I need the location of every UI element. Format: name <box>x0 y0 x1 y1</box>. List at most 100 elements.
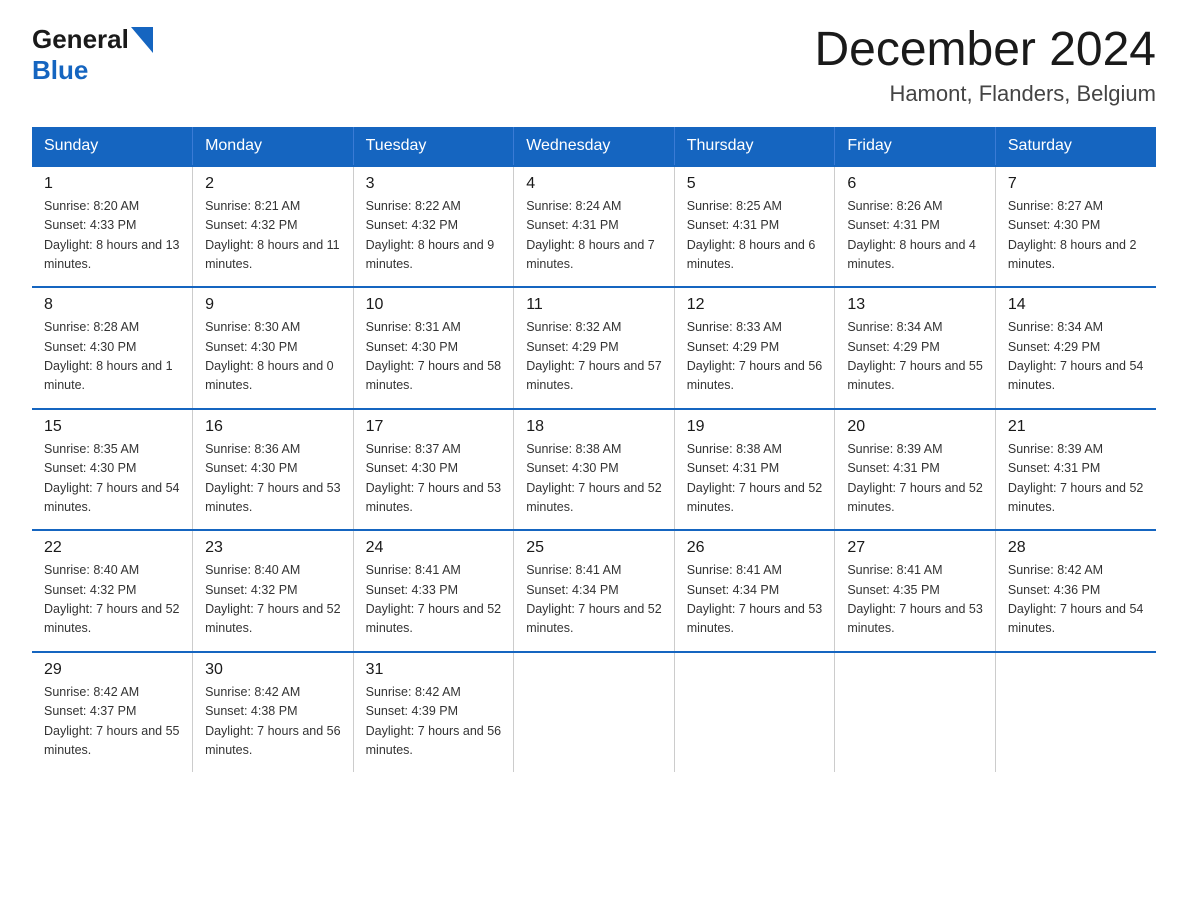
calendar-cell <box>995 652 1156 773</box>
day-number: 15 <box>44 418 180 436</box>
month-title: December 2024 <box>814 24 1156 77</box>
logo-blue-text: Blue <box>32 55 88 86</box>
day-info: Sunrise: 8:34 AMSunset: 4:29 PMDaylight:… <box>1008 318 1144 396</box>
day-number: 11 <box>526 296 662 314</box>
calendar-cell: 10Sunrise: 8:31 AMSunset: 4:30 PMDayligh… <box>353 287 514 409</box>
calendar-cell <box>514 652 675 773</box>
calendar-cell: 5 Sunrise: 8:25 AMSunset: 4:31 PMDaylight… <box>674 166 835 288</box>
day-number: 29 <box>44 661 180 679</box>
week-row-4: 22Sunrise: 8:40 AMSunset: 4:32 PMDayligh… <box>32 530 1156 652</box>
col-header-friday: Friday <box>835 127 996 166</box>
day-info: Sunrise: 8:42 AMSunset: 4:37 PMDaylight:… <box>44 683 180 761</box>
day-number: 24 <box>366 539 502 557</box>
calendar-cell: 1 Sunrise: 8:20 AMSunset: 4:33 PMDaylight… <box>32 166 193 288</box>
calendar-cell: 13 Sunrise: 8:34 AMSunset: 4:29 PMDayligh… <box>835 287 996 409</box>
day-info: Sunrise: 8:38 AMSunset: 4:31 PMDaylight:… <box>687 440 823 518</box>
calendar-cell: 8 Sunrise: 8:28 AMSunset: 4:30 PMDaylight… <box>32 287 193 409</box>
day-number: 20 <box>847 418 983 436</box>
calendar-cell: 28 Sunrise: 8:42 AMSunset: 4:36 PMDayligh… <box>995 530 1156 652</box>
calendar-cell: 11 Sunrise: 8:32 AMSunset: 4:29 PMDayligh… <box>514 287 675 409</box>
day-number: 1 <box>44 175 180 193</box>
day-info: Sunrise: 8:32 AMSunset: 4:29 PMDaylight:… <box>526 318 662 396</box>
calendar-cell: 15 Sunrise: 8:35 AMSunset: 4:30 PMDayligh… <box>32 409 193 531</box>
day-number: 2 <box>205 175 341 193</box>
day-number: 19 <box>687 418 823 436</box>
calendar-cell: 9Sunrise: 8:30 AMSunset: 4:30 PMDaylight… <box>193 287 354 409</box>
day-info: Sunrise: 8:41 AMSunset: 4:34 PMDaylight:… <box>687 561 823 639</box>
calendar-cell: 20 Sunrise: 8:39 AMSunset: 4:31 PMDayligh… <box>835 409 996 531</box>
day-number: 8 <box>44 296 180 314</box>
day-info: Sunrise: 8:41 AMSunset: 4:35 PMDaylight:… <box>847 561 983 639</box>
week-row-5: 29 Sunrise: 8:42 AMSunset: 4:37 PMDayligh… <box>32 652 1156 773</box>
day-info: Sunrise: 8:20 AMSunset: 4:33 PMDaylight:… <box>44 197 180 275</box>
day-number: 5 <box>687 175 823 193</box>
day-number: 7 <box>1008 175 1144 193</box>
logo: General Blue <box>32 24 153 86</box>
day-info: Sunrise: 8:40 AMSunset: 4:32 PMDaylight:… <box>205 561 341 639</box>
day-info: Sunrise: 8:37 AMSunset: 4:30 PMDaylight:… <box>366 440 502 518</box>
calendar-cell: 31 Sunrise: 8:42 AMSunset: 4:39 PMDayligh… <box>353 652 514 773</box>
day-info: Sunrise: 8:41 AMSunset: 4:33 PMDaylight:… <box>366 561 502 639</box>
day-info: Sunrise: 8:28 AMSunset: 4:30 PMDaylight:… <box>44 318 180 396</box>
col-header-saturday: Saturday <box>995 127 1156 166</box>
day-info: Sunrise: 8:42 AMSunset: 4:36 PMDaylight:… <box>1008 561 1144 639</box>
calendar-cell: 18 Sunrise: 8:38 AMSunset: 4:30 PMDayligh… <box>514 409 675 531</box>
calendar-cell: 22Sunrise: 8:40 AMSunset: 4:32 PMDayligh… <box>32 530 193 652</box>
calendar-cell: 26 Sunrise: 8:41 AMSunset: 4:34 PMDayligh… <box>674 530 835 652</box>
calendar-table: SundayMondayTuesdayWednesdayThursdayFrid… <box>32 127 1156 773</box>
calendar-cell: 14 Sunrise: 8:34 AMSunset: 4:29 PMDayligh… <box>995 287 1156 409</box>
logo-arrow-icon <box>131 27 153 53</box>
day-info: Sunrise: 8:22 AMSunset: 4:32 PMDaylight:… <box>366 197 502 275</box>
day-number: 28 <box>1008 539 1144 557</box>
day-number: 3 <box>366 175 502 193</box>
week-row-2: 8 Sunrise: 8:28 AMSunset: 4:30 PMDaylight… <box>32 287 1156 409</box>
day-number: 21 <box>1008 418 1144 436</box>
day-number: 31 <box>366 661 502 679</box>
day-number: 26 <box>687 539 823 557</box>
day-info: Sunrise: 8:42 AMSunset: 4:39 PMDaylight:… <box>366 683 502 761</box>
calendar-cell: 30Sunrise: 8:42 AMSunset: 4:38 PMDayligh… <box>193 652 354 773</box>
day-info: Sunrise: 8:27 AMSunset: 4:30 PMDaylight:… <box>1008 197 1144 275</box>
calendar-cell: 24 Sunrise: 8:41 AMSunset: 4:33 PMDayligh… <box>353 530 514 652</box>
col-header-wednesday: Wednesday <box>514 127 675 166</box>
day-info: Sunrise: 8:34 AMSunset: 4:29 PMDaylight:… <box>847 318 983 396</box>
calendar-cell: 29 Sunrise: 8:42 AMSunset: 4:37 PMDayligh… <box>32 652 193 773</box>
calendar-cell: 7 Sunrise: 8:27 AMSunset: 4:30 PMDaylight… <box>995 166 1156 288</box>
title-section: December 2024 Hamont, Flanders, Belgium <box>814 24 1156 107</box>
day-info: Sunrise: 8:39 AMSunset: 4:31 PMDaylight:… <box>847 440 983 518</box>
col-header-tuesday: Tuesday <box>353 127 514 166</box>
page-header: General Blue December 2024 Hamont, Fland… <box>32 24 1156 107</box>
calendar-cell: 19 Sunrise: 8:38 AMSunset: 4:31 PMDayligh… <box>674 409 835 531</box>
day-info: Sunrise: 8:42 AMSunset: 4:38 PMDaylight:… <box>205 683 341 761</box>
calendar-cell <box>835 652 996 773</box>
calendar-cell: 6Sunrise: 8:26 AMSunset: 4:31 PMDaylight… <box>835 166 996 288</box>
location-text: Hamont, Flanders, Belgium <box>814 81 1156 107</box>
day-info: Sunrise: 8:24 AMSunset: 4:31 PMDaylight:… <box>526 197 662 275</box>
day-info: Sunrise: 8:33 AMSunset: 4:29 PMDaylight:… <box>687 318 823 396</box>
calendar-cell: 3 Sunrise: 8:22 AMSunset: 4:32 PMDaylight… <box>353 166 514 288</box>
day-number: 4 <box>526 175 662 193</box>
day-number: 13 <box>847 296 983 314</box>
day-info: Sunrise: 8:38 AMSunset: 4:30 PMDaylight:… <box>526 440 662 518</box>
day-number: 18 <box>526 418 662 436</box>
day-number: 25 <box>526 539 662 557</box>
day-number: 16 <box>205 418 341 436</box>
day-info: Sunrise: 8:25 AMSunset: 4:31 PMDaylight:… <box>687 197 823 275</box>
day-info: Sunrise: 8:30 AMSunset: 4:30 PMDaylight:… <box>205 318 341 396</box>
day-number: 6 <box>847 175 983 193</box>
calendar-cell: 16 Sunrise: 8:36 AMSunset: 4:30 PMDayligh… <box>193 409 354 531</box>
day-info: Sunrise: 8:41 AMSunset: 4:34 PMDaylight:… <box>526 561 662 639</box>
day-info: Sunrise: 8:36 AMSunset: 4:30 PMDaylight:… <box>205 440 341 518</box>
calendar-cell: 17Sunrise: 8:37 AMSunset: 4:30 PMDayligh… <box>353 409 514 531</box>
week-row-3: 15 Sunrise: 8:35 AMSunset: 4:30 PMDayligh… <box>32 409 1156 531</box>
col-header-monday: Monday <box>193 127 354 166</box>
calendar-cell: 21Sunrise: 8:39 AMSunset: 4:31 PMDayligh… <box>995 409 1156 531</box>
day-number: 14 <box>1008 296 1144 314</box>
calendar-cell: 2Sunrise: 8:21 AMSunset: 4:32 PMDaylight… <box>193 166 354 288</box>
calendar-cell <box>674 652 835 773</box>
day-info: Sunrise: 8:40 AMSunset: 4:32 PMDaylight:… <box>44 561 180 639</box>
day-number: 12 <box>687 296 823 314</box>
calendar-header-row: SundayMondayTuesdayWednesdayThursdayFrid… <box>32 127 1156 166</box>
day-number: 23 <box>205 539 341 557</box>
day-info: Sunrise: 8:35 AMSunset: 4:30 PMDaylight:… <box>44 440 180 518</box>
